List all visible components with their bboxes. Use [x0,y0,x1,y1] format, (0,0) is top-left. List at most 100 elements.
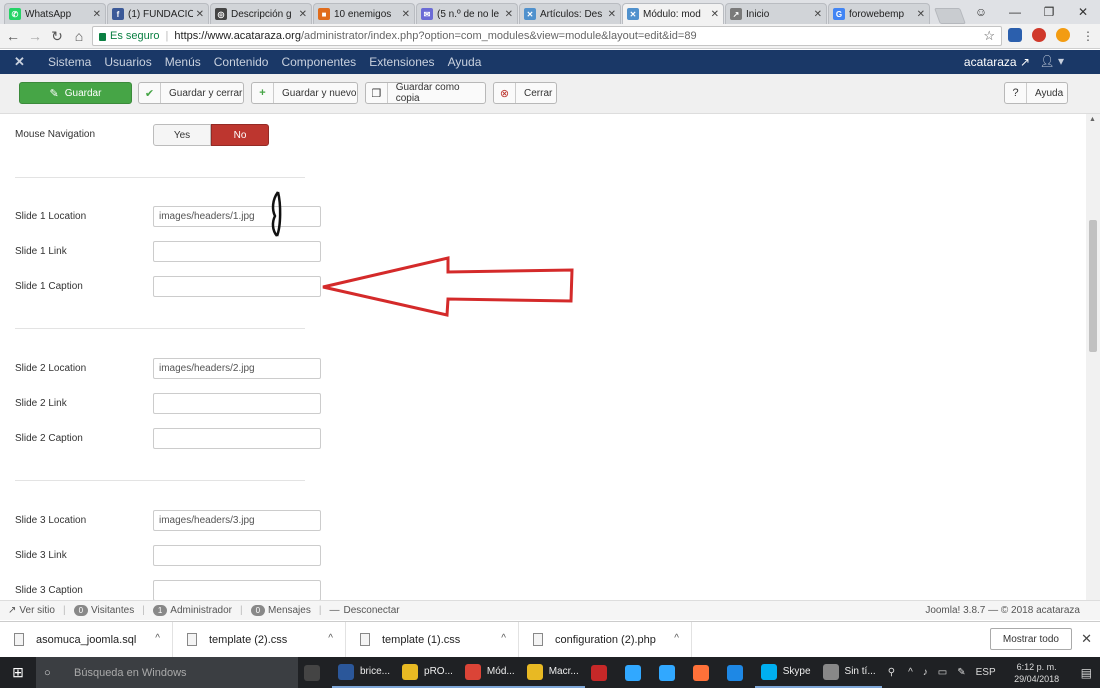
taskbar-search-input[interactable]: ○ Búsqueda en Windows [36,657,298,688]
bookmark-star-icon[interactable]: ☆ [983,28,995,44]
visitors-link[interactable]: 0 Visitantes [73,605,134,616]
logout-link[interactable]: — Desconectar [329,605,399,616]
page-scrollbar[interactable]: ▲ [1086,114,1100,600]
user-menu-icon[interactable]: 👤︎ ▾ [1039,54,1064,68]
browser-tab[interactable]: ◎ Descripción g ✕ [210,3,312,24]
close-tab-icon[interactable]: ✕ [402,9,410,20]
taskbar-app[interactable] [721,657,755,688]
close-tab-icon[interactable]: ✕ [814,9,822,20]
messages-link[interactable]: 0 Mensajes [250,605,311,616]
admin-menu-item[interactable]: Sistema [48,55,91,69]
taskbar-app[interactable]: brice... [332,657,397,688]
browser-tab[interactable]: ■ 10 enemigos ✕ [313,3,415,24]
extension-icon[interactable] [1008,28,1022,42]
scrollbar-thumb[interactable] [1089,220,1097,352]
slide-2-link-input[interactable] [153,393,321,414]
chevron-up-icon[interactable]: ^ [155,633,160,644]
taskbar-app[interactable]: Skype [754,657,817,688]
slide-1-caption-input[interactable] [153,276,321,297]
admin-menu-item[interactable]: Ayuda [448,55,482,69]
restore-button[interactable]: ❐ [1032,0,1066,24]
taskbar-app[interactable] [687,657,721,688]
close-tab-icon[interactable]: ✕ [711,9,719,20]
browser-tab[interactable]: f (1) FUNDACIÓ ✕ [107,3,209,24]
windows-start-icon[interactable]: ⊞ [0,657,36,688]
close-tab-icon[interactable]: ✕ [608,9,616,20]
taskbar-app[interactable]: Mód... [458,657,521,688]
taskbar-app[interactable]: Macr... [520,657,585,688]
download-item[interactable]: asomuca_joomla.sql ^ [0,621,173,658]
download-item[interactable]: configuration (2).php ^ [519,621,692,658]
save-close-button[interactable]: ✔ Guardar y cerrar [138,82,244,104]
download-item[interactable]: template (2).css ^ [173,621,346,658]
toggle-no-button[interactable]: No [211,124,269,146]
minimize-button[interactable]: — [998,0,1032,24]
close-tab-icon[interactable]: ✕ [299,9,307,20]
home-icon[interactable]: ⌂ [70,28,88,44]
slide-3-link-input[interactable] [153,545,321,566]
browser-tab[interactable]: ✆ WhatsApp ✕ [4,3,106,24]
admin-menu-item[interactable]: Contenido [214,55,269,69]
admins-link[interactable]: 1 Administrador [152,605,232,616]
close-tab-icon[interactable]: ✕ [196,9,204,20]
slide-2-location-input[interactable]: images/headers/2.jpg [153,358,321,379]
forward-icon[interactable]: → [26,28,44,44]
chevron-up-icon[interactable]: ^ [328,633,333,644]
menu-icon[interactable]: ⋮ [1082,29,1094,43]
taskbar-clock[interactable]: 6:12 p. m. 29/04/2018 [1007,661,1067,685]
scroll-up-icon[interactable]: ▲ [1089,116,1096,123]
close-button[interactable]: ⊗ Cerrar [493,82,557,104]
admin-menu-item[interactable]: Componentes [281,55,356,69]
pen-icon[interactable]: ✎ [957,667,965,678]
browser-tab[interactable]: ✕ Módulo: mod ✕ [622,3,724,24]
back-icon[interactable]: ← [4,28,22,44]
reload-icon[interactable]: ↻ [48,28,66,45]
slide-1-link-input[interactable] [153,241,321,262]
taskbar-app[interactable] [298,657,332,688]
slide-2-caption-input[interactable] [153,428,321,449]
tray-expand-icon[interactable]: ^ [908,667,913,678]
profile-icon[interactable]: ☺ [964,0,998,24]
taskbar-app[interactable] [619,657,653,688]
browser-tab[interactable]: ✕ Artículos: Des ✕ [519,3,621,24]
chevron-up-icon[interactable]: ^ [501,633,506,644]
save-button[interactable]: ✎ Guardar [19,82,132,104]
close-shelf-icon[interactable]: ✕ [1081,631,1092,647]
network-icon[interactable]: ▭ [938,667,947,678]
notifications-icon[interactable]: ▤ [1081,666,1092,680]
volume-icon[interactable]: ♪ [923,667,928,678]
taskbar-app[interactable] [653,657,687,688]
slide-3-location-input[interactable]: images/headers/3.jpg [153,510,321,531]
close-tab-icon[interactable]: ✕ [93,9,101,20]
browser-tab[interactable]: ✉ (5 n.º de no le ✕ [416,3,518,24]
close-window-button[interactable]: ✕ [1066,0,1100,24]
browser-tab[interactable]: ↗ Inicio ✕ [725,3,827,24]
show-all-downloads-button[interactable]: Mostrar todo [989,628,1072,650]
save-new-button[interactable]: + Guardar y nuevo [251,82,358,104]
view-site-link[interactable]: ↗ Ver sitio [8,605,55,616]
url-input[interactable]: Es seguro | https://www.acataraza.org/ad… [92,26,1002,46]
help-button[interactable]: ? Ayuda [1004,82,1068,104]
save-copy-button[interactable]: ❐ Guardar como copia [365,82,486,104]
taskbar-app[interactable]: pRO... [396,657,459,688]
new-tab-button[interactable] [934,8,966,24]
site-link[interactable]: acataraza ↗ [964,55,1030,69]
taskbar-app[interactable]: Sin tí... [816,657,882,688]
extension-icon[interactable] [1032,28,1046,42]
toggle-yes-button[interactable]: Yes [153,124,211,146]
chevron-up-icon[interactable]: ^ [674,633,679,644]
admin-menu-item[interactable]: Extensiones [369,55,434,69]
admin-menu-item[interactable]: Menús [165,55,201,69]
admin-menu-item[interactable]: Usuarios [104,55,151,69]
mouse-navigation-toggle[interactable]: Yes No [153,124,269,146]
slide-3-caption-input[interactable] [153,580,321,600]
extension-icon[interactable] [1056,28,1070,42]
close-tab-icon[interactable]: ✕ [917,9,925,20]
joomla-logo-icon[interactable]: ✕ [14,54,38,70]
download-item[interactable]: template (1).css ^ [346,621,519,658]
people-icon[interactable]: ⚲ [888,667,895,678]
close-tab-icon[interactable]: ✕ [505,9,513,20]
browser-tab[interactable]: Gforowebemp ✕ [828,3,930,24]
taskbar-app[interactable] [585,657,619,688]
language-indicator[interactable]: ESP [976,667,996,678]
